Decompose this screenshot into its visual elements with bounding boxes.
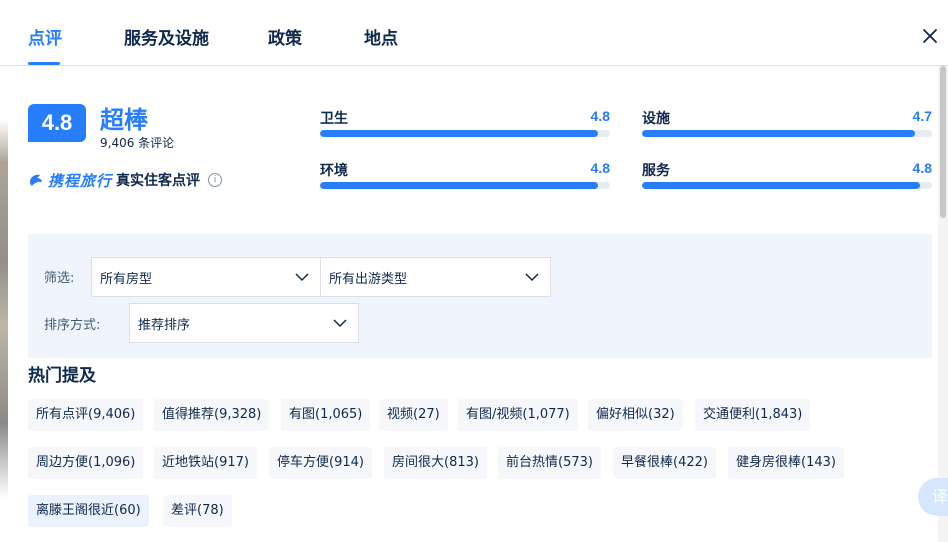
tag-similar-preferences[interactable]: 偏好相似(32) [588,399,683,431]
rating-label: 环境 [320,163,348,179]
tag-with-photos[interactable]: 有图(1,065) [281,399,371,431]
tag-negative-reviews[interactable]: 差评(78) [163,495,232,527]
rating-bar [320,130,610,137]
tag-near-tengwang-pavilion[interactable]: 离滕王阁很近(60) [28,495,149,527]
sort-value: 推荐排序 [138,317,191,333]
room-type-value: 所有房型 [100,271,153,287]
tab-services-facilities[interactable]: 服务及设施 [124,24,209,49]
tag-great-breakfast[interactable]: 早餐很棒(422) [613,447,716,479]
tag-photos-videos[interactable]: 有图/视频(1,077) [458,399,578,431]
rating-value: 4.8 [590,160,610,176]
filter-label: 筛选: [44,271,75,286]
trip-type-value: 所有出游类型 [329,271,408,287]
overall-score-badge: 4.8 [28,104,86,142]
rating-value: 4.8 [590,108,610,124]
room-type-select[interactable]: 所有房型 [91,257,321,297]
active-tab-indicator [28,62,60,65]
rating-label: 设施 [642,111,670,127]
tag-great-gym[interactable]: 健身房很棒(143) [728,447,844,479]
brand-logo-text: 携程旅行 [48,171,113,190]
tag-easy-parking[interactable]: 停车方便(914) [269,447,372,479]
chevron-down-icon [525,273,539,282]
rating-service: 服务 4.8 [642,160,932,200]
rating-label: 卫生 [320,111,348,127]
info-icon[interactable]: i [208,173,223,187]
chevron-down-icon [333,319,347,328]
sort-label: 排序方式: [44,318,101,333]
close-icon [923,29,937,43]
sort-select[interactable]: 推荐排序 [129,303,359,343]
rating-facilities: 设施 4.7 [642,108,932,148]
tab-bar: 点评 服务及设施 政策 地点 [0,0,948,66]
tab-location[interactable]: 地点 [364,24,398,49]
rating-label: 服务 [642,163,670,179]
tag-convenient-transport[interactable]: 交通便利(1,843) [695,399,811,431]
chevron-down-icon [295,273,309,282]
trip-type-select[interactable]: 所有出游类型 [320,257,551,297]
rating-bar-fill [642,182,921,189]
tag-videos[interactable]: 视频(27) [379,399,448,431]
hot-mentions-title: 热门提及 [28,366,96,386]
rating-bar [642,130,932,137]
review-count: 9,406 条评论 [100,136,175,150]
rating-bar-fill [320,130,599,137]
rating-bar-fill [320,182,599,189]
brand-tagline: 真实住客点评 [116,173,201,189]
tag-near-metro[interactable]: 近地铁站(917) [154,447,257,479]
tag-all-reviews[interactable]: 所有点评(9,406) [28,399,144,431]
background-page-edge [0,0,8,542]
score-word: 超棒 [100,106,148,134]
rating-environment: 环境 4.8 [320,160,610,200]
close-button[interactable] [918,24,942,48]
tag-convenient-surroundings[interactable]: 周边方便(1,096) [28,447,144,479]
rating-bar-fill [642,130,915,137]
scrollbar-thumb[interactable] [940,66,946,218]
verified-reviews-brand: 携程旅行 真实住客点评 i [28,170,223,190]
tab-policies[interactable]: 政策 [268,24,302,49]
rating-hygiene: 卫生 4.8 [320,108,610,148]
rating-value: 4.8 [912,160,932,176]
trip-logo-icon [30,174,42,186]
rating-bar [642,182,932,189]
tag-recommended[interactable]: 值得推荐(9,328) [154,399,270,431]
tab-reviews[interactable]: 点评 [28,24,62,49]
rating-bar [320,182,610,189]
review-dialog: 点评 服务及设施 政策 地点 4.8 超棒 9,406 条评论 携程旅行 真实住… [0,0,948,542]
tag-friendly-front-desk[interactable]: 前台热情(573) [498,447,601,479]
translate-button[interactable]: 译 [918,478,948,516]
rating-value: 4.7 [912,108,932,124]
tag-large-rooms[interactable]: 房间很大(813) [384,447,487,479]
